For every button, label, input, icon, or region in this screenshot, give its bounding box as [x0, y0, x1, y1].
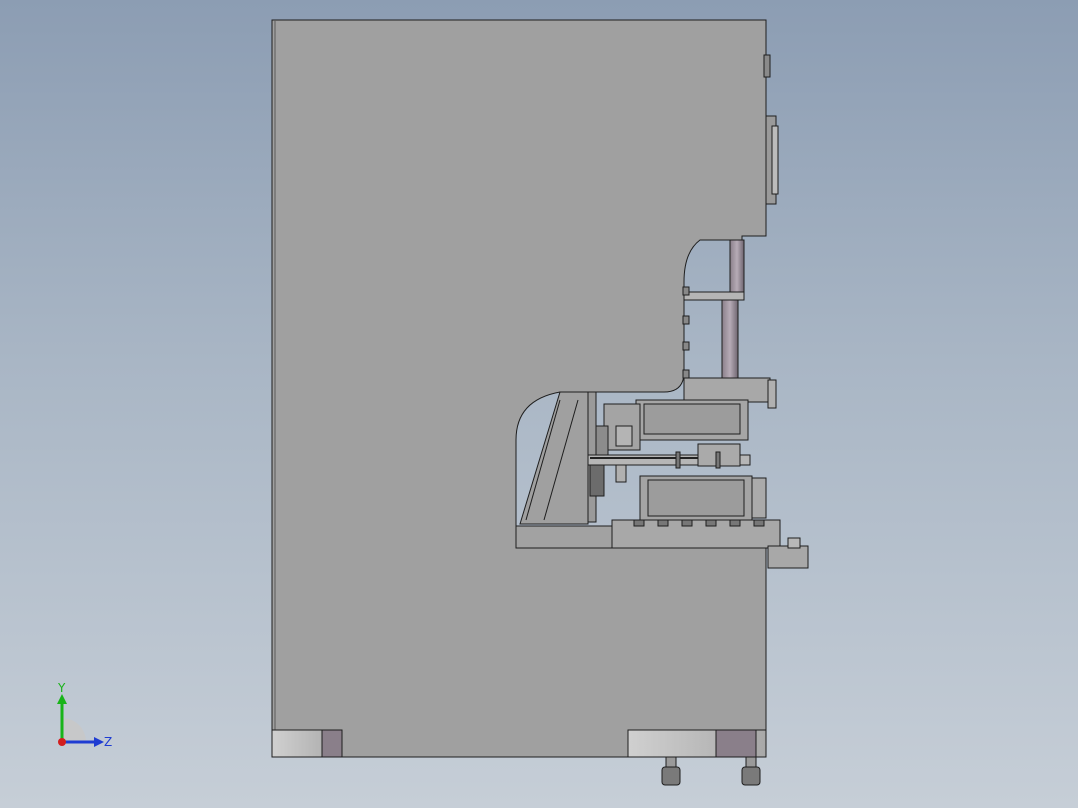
ram-upper-collar	[683, 291, 745, 301]
tslot-3	[681, 519, 693, 527]
press-machine-model[interactable]	[0, 0, 1078, 808]
y-axis-arrow	[57, 694, 67, 704]
caster-left-wheel	[661, 766, 681, 786]
feeder-part-b	[615, 425, 633, 447]
caster-right-wheel	[741, 766, 761, 786]
side-attachment	[767, 545, 809, 569]
tslot-2	[657, 519, 669, 527]
punch-pin-1	[675, 451, 681, 469]
ram-head	[683, 377, 771, 403]
lower-die-inner	[647, 479, 745, 517]
left-foot-dark	[321, 729, 343, 758]
punch-pin-2	[715, 451, 721, 469]
ram-head-nut	[767, 379, 777, 409]
y-axis-label: Y	[57, 681, 66, 695]
triad-arc	[62, 718, 86, 742]
ram-bolt-1	[682, 286, 690, 296]
feeder-part-a	[595, 425, 609, 457]
ram-bolt-2	[682, 315, 690, 325]
upper-die-inner	[643, 403, 741, 435]
ram-bolt-4	[682, 369, 690, 379]
caster-right-stem	[745, 756, 757, 768]
feeder-wheel	[589, 461, 605, 497]
tslot-5	[729, 519, 741, 527]
axis-triad[interactable]: Y Z	[40, 680, 130, 760]
right-foot-dark	[715, 729, 757, 758]
tslot-4	[705, 519, 717, 527]
lower-die-side	[751, 477, 767, 519]
ram-cylinder	[721, 299, 739, 379]
z-axis-label: Z	[104, 735, 112, 749]
tslot-6	[753, 519, 765, 527]
side-flange-inner	[771, 125, 779, 195]
x-axis-dot	[58, 738, 66, 746]
top-bolt	[763, 54, 771, 78]
caster-left-stem	[665, 756, 677, 768]
bed-plate	[515, 525, 613, 549]
ram-bolt-3	[682, 341, 690, 351]
ram-upper-block	[729, 239, 745, 301]
cad-viewport[interactable]: Y Z	[0, 0, 1078, 808]
side-attachment-knob	[787, 537, 801, 549]
tslot-1	[633, 519, 645, 527]
z-axis-arrow	[94, 737, 104, 747]
